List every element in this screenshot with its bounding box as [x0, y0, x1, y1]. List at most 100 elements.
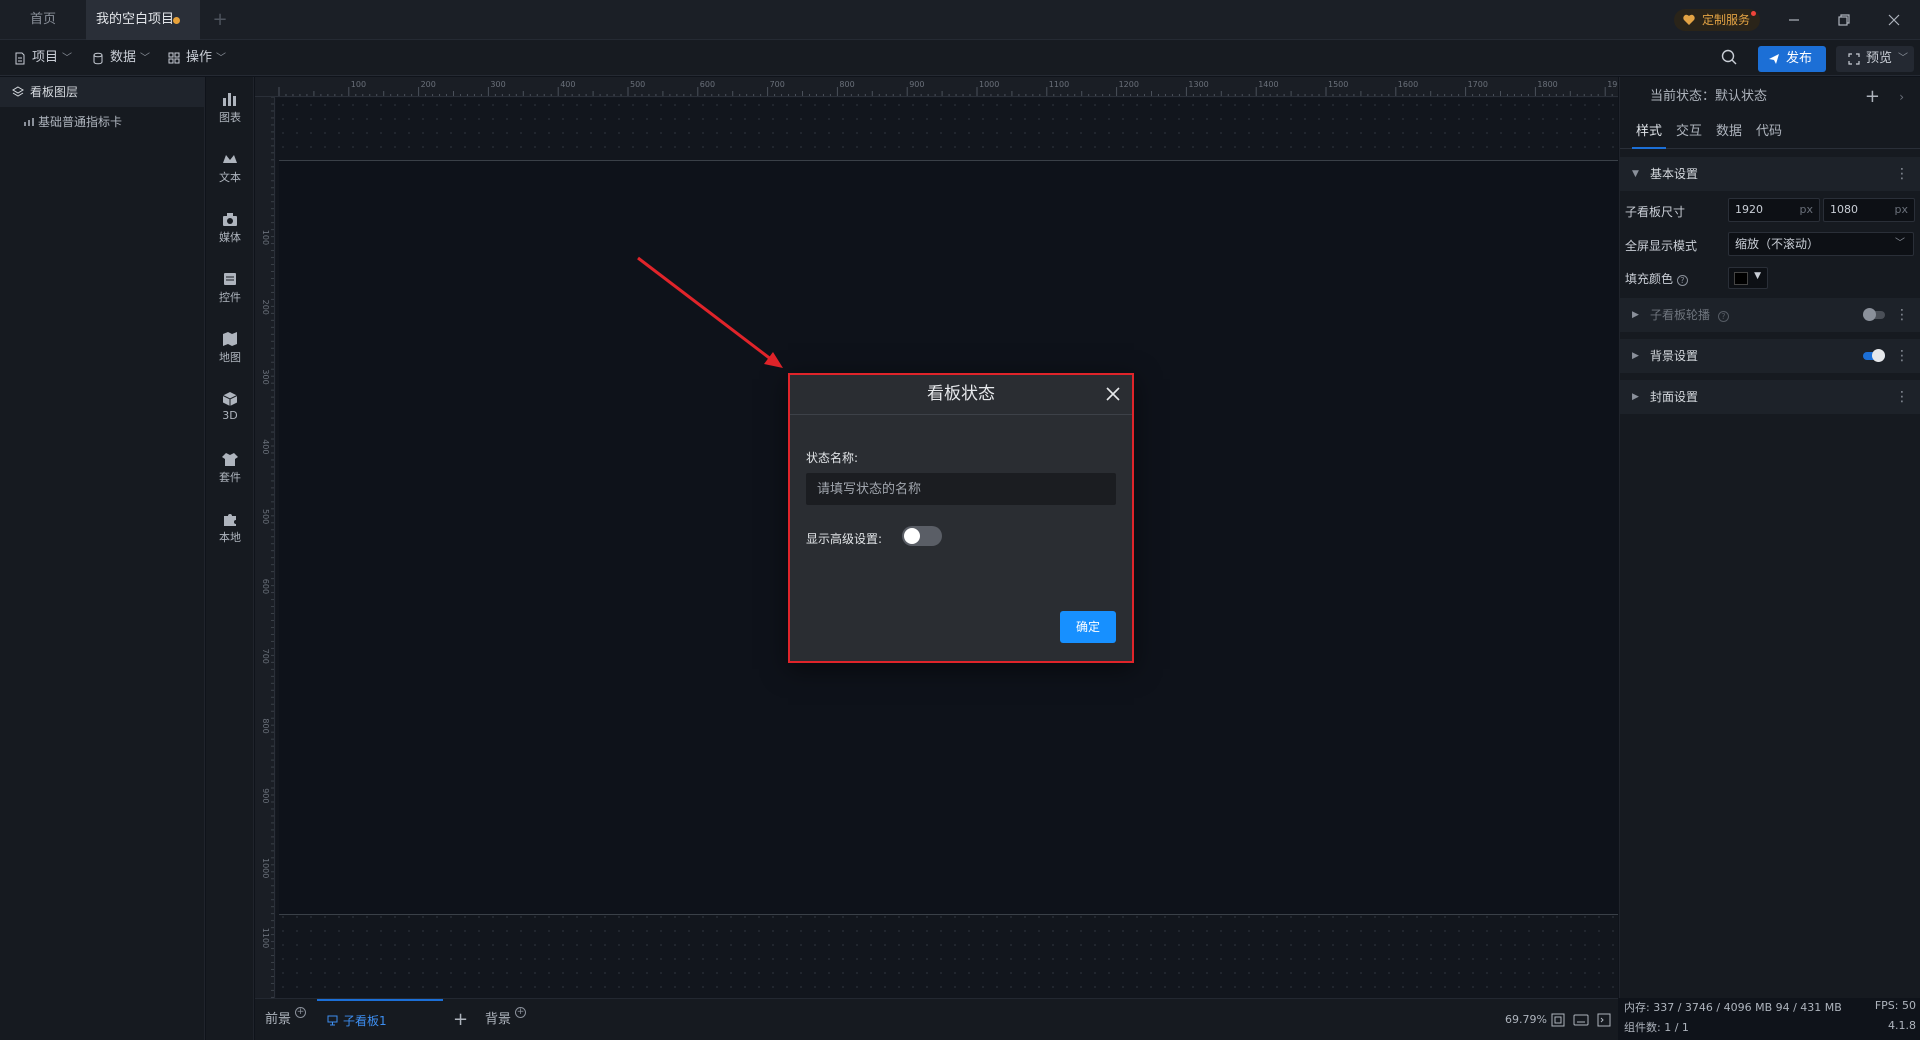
- ruler-label: 1900: [1607, 80, 1618, 89]
- ruler-label: 100: [261, 230, 270, 245]
- ruler-label: 300: [490, 80, 505, 89]
- menu-bar: 项目 ﹀ 数据 ﹀ 操作 ﹀: [0, 40, 1920, 76]
- tool-map[interactable]: 地图: [206, 325, 254, 377]
- add-state-icon[interactable]: +: [1865, 77, 1880, 117]
- foreground-tab[interactable]: 前景: [265, 999, 291, 1040]
- caret-right-icon: ▶: [1632, 310, 1639, 320]
- background-tab[interactable]: 背景: [485, 999, 511, 1040]
- tab-project[interactable]: 我的空白项目: [86, 0, 200, 40]
- heart-icon: [1683, 14, 1695, 25]
- chevron-down-icon: ﹀: [62, 53, 73, 64]
- height-value: 1080: [1830, 203, 1858, 216]
- add-background-icon[interactable]: +: [515, 1007, 526, 1018]
- tool-control[interactable]: 控件: [206, 265, 254, 317]
- vertical-ruler: 100 200 300 400 500 600 700 800 900 1000 1100: [255, 97, 275, 998]
- ruler-label: 900: [261, 788, 270, 803]
- chevron-down-icon[interactable]: ﹀: [1898, 46, 1908, 72]
- property-panel: 当前状态：默认状态 + › 样式 交互 数据 代码 ▼ 基本设置 ⋮ 子看板尺寸…: [1619, 77, 1920, 1034]
- search-icon[interactable]: [1720, 48, 1738, 66]
- fullscreen-mode-label: 全屏显示模式: [1625, 239, 1698, 253]
- menu-data[interactable]: 数据 ﹀: [90, 40, 150, 76]
- tool-media[interactable]: 媒体: [206, 205, 254, 257]
- fit-screen-icon[interactable]: [1551, 1013, 1565, 1027]
- ruler-label: 800: [839, 80, 854, 89]
- ruler-label: 500: [630, 80, 645, 89]
- control-icon: [224, 273, 236, 285]
- cover-settings-label: 封面设置: [1650, 390, 1699, 404]
- fullscreen-mode-select[interactable]: 缩放（不滚动） ﹀: [1728, 232, 1914, 256]
- ruler-label: 700: [261, 649, 270, 664]
- restore-icon[interactable]: [1834, 10, 1854, 30]
- tab-interaction[interactable]: 交互: [1676, 117, 1702, 149]
- ruler-label: 800: [261, 718, 270, 733]
- tab-code[interactable]: 代码: [1756, 117, 1782, 149]
- width-input[interactable]: 1920 px: [1728, 198, 1820, 222]
- background-settings-header[interactable]: ▶ 背景设置 ⋮: [1620, 339, 1920, 373]
- confirm-button[interactable]: 确定: [1060, 611, 1116, 643]
- cover-settings-header[interactable]: ▶ 封面设置 ⋮: [1620, 380, 1920, 414]
- add-tab-icon[interactable]: +: [208, 0, 232, 40]
- background-label: 背景: [485, 1012, 512, 1027]
- background-toggle[interactable]: [1863, 349, 1885, 362]
- terminal-icon[interactable]: [1597, 1013, 1611, 1027]
- fill-color-picker[interactable]: ▼: [1728, 267, 1768, 289]
- chevron-right-icon[interactable]: ›: [1899, 77, 1904, 117]
- color-swatch: [1734, 272, 1748, 285]
- state-name-input[interactable]: [806, 473, 1116, 505]
- carousel-label: 子看板轮播: [1650, 308, 1711, 322]
- menu-operate[interactable]: 操作 ﹀: [166, 40, 226, 76]
- media-icon: [223, 213, 237, 226]
- more-vertical-icon[interactable]: ⋮: [1895, 380, 1909, 414]
- width-value: 1920: [1735, 203, 1763, 216]
- custom-service-button[interactable]: 定制服务: [1673, 9, 1760, 31]
- height-input[interactable]: 1080 px: [1823, 198, 1915, 222]
- tab-data[interactable]: 数据: [1716, 117, 1742, 149]
- tool-kit[interactable]: 套件: [206, 445, 254, 497]
- basic-settings-header[interactable]: ▼ 基本设置 ⋮: [1620, 157, 1920, 191]
- component-toolbar: 图表 文本 媒体 控件 地图 3D 套件 本地: [206, 77, 254, 1040]
- tool-3d[interactable]: 3D: [206, 385, 254, 437]
- custom-service-label: 定制服务: [1701, 13, 1750, 27]
- ruler-label: 1400: [1258, 80, 1278, 89]
- minimize-icon[interactable]: [1784, 10, 1804, 30]
- fullscreen-icon: [1848, 53, 1860, 65]
- close-icon[interactable]: [1106, 387, 1120, 401]
- advanced-settings-toggle[interactable]: [902, 526, 942, 546]
- advanced-settings-label: 显示高级设置:: [806, 532, 883, 546]
- zoom-level: 69.79%: [1505, 1013, 1547, 1026]
- help-icon[interactable]: ?: [1676, 275, 1688, 286]
- tool-text[interactable]: 文本: [206, 145, 254, 197]
- more-vertical-icon[interactable]: ⋮: [1895, 157, 1909, 191]
- preview-button[interactable]: 预览 ﹀: [1836, 46, 1914, 72]
- height-unit: px: [1894, 203, 1909, 216]
- current-state-label: 当前状态：默认状态: [1650, 89, 1768, 104]
- foreground-label: 前景: [265, 1012, 292, 1027]
- publish-button[interactable]: 发布: [1758, 46, 1826, 72]
- ruler-label: 400: [560, 80, 575, 89]
- tool-chart[interactable]: 图表: [206, 85, 254, 137]
- tool-chart-label: 图表: [219, 111, 241, 124]
- keyboard-icon[interactable]: [1573, 1014, 1589, 1026]
- layer-item[interactable]: 基础普通指标卡: [0, 107, 204, 137]
- notification-dot-icon: [1751, 11, 1756, 16]
- chevron-down-icon: ﹀: [1895, 238, 1905, 249]
- caret-right-icon: ▶: [1632, 392, 1639, 402]
- tab-style[interactable]: 样式: [1632, 117, 1666, 149]
- tool-local[interactable]: 本地: [206, 505, 254, 557]
- ruler-label: 600: [261, 579, 270, 594]
- carousel-header[interactable]: ▶ 子看板轮播 ? ⋮: [1620, 298, 1920, 332]
- tab-home[interactable]: 首页: [0, 0, 86, 40]
- add-subboard-icon[interactable]: +: [453, 999, 468, 1040]
- add-foreground-icon[interactable]: +: [295, 1007, 306, 1018]
- more-vertical-icon[interactable]: ⋮: [1895, 339, 1909, 373]
- file-icon: [15, 52, 25, 65]
- help-icon[interactable]: ?: [1717, 311, 1729, 322]
- subboard-tab[interactable]: 子看板1: [317, 999, 443, 1040]
- close-window-icon[interactable]: [1884, 10, 1904, 30]
- menu-project[interactable]: 项目 ﹀: [12, 40, 72, 76]
- chevron-down-icon: ﹀: [140, 53, 151, 64]
- carousel-toggle[interactable]: [1863, 308, 1885, 321]
- menu-operate-label: 操作: [186, 50, 213, 65]
- cube-icon: [222, 392, 238, 406]
- more-vertical-icon[interactable]: ⋮: [1895, 298, 1909, 332]
